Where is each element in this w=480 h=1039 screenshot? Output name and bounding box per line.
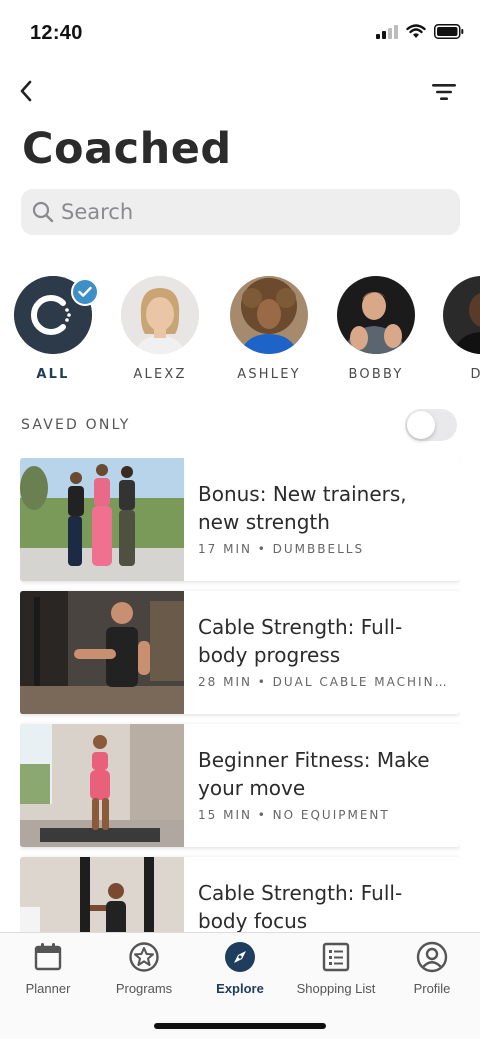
star-badge-icon	[129, 942, 159, 972]
workout-title: Bonus: New trainers, new strength	[198, 482, 407, 534]
workout-thumbnail	[20, 724, 184, 847]
tab-bar: Planner Programs Explore Shopping List P…	[0, 932, 480, 1039]
search-box[interactable]	[21, 189, 460, 235]
filter-button[interactable]	[430, 78, 458, 106]
status-icons	[376, 24, 464, 39]
search-icon	[32, 201, 54, 223]
tab-label: Planner	[25, 981, 71, 996]
signal-icon	[376, 24, 398, 39]
workout-card[interactable]: Bonus: New trainers, new strength 17 MIN…	[20, 458, 460, 581]
workout-thumbnail	[20, 591, 184, 714]
user-circle-icon	[416, 941, 448, 973]
coach-partial[interactable]: DA	[437, 276, 480, 382]
workout-title: Cable Strength: Full-body focus	[198, 881, 403, 932]
tab-profile[interactable]: Profile	[384, 941, 480, 996]
list-icon	[322, 942, 350, 972]
avatar	[121, 276, 199, 354]
search-input[interactable]	[61, 200, 441, 224]
coach-label: BOBBY	[348, 367, 404, 382]
nav-row	[0, 72, 480, 112]
workout-title: Cable Strength: Full-body progress	[198, 615, 403, 667]
coach-label: ALL	[36, 367, 70, 382]
saved-only-label: SAVED ONLY	[21, 417, 131, 433]
tab-label: Explore	[216, 981, 264, 996]
tab-label: Profile	[413, 981, 451, 996]
status-time: 12:40	[30, 22, 83, 44]
calendar-icon	[34, 943, 62, 971]
workout-thumbnail	[20, 458, 184, 581]
coach-alexz[interactable]: ALEXZ	[115, 276, 205, 382]
workout-thumbnail	[20, 857, 184, 932]
back-button[interactable]	[12, 76, 40, 106]
coach-label: ASHLEY	[237, 367, 301, 382]
tab-shopping-list[interactable]: Shopping List	[288, 941, 384, 996]
tab-explore[interactable]: Explore	[192, 941, 288, 996]
chevron-left-icon	[20, 80, 32, 102]
workout-meta: 15 MIN • NO EQUIPMENT	[198, 808, 390, 822]
toggle-knob	[407, 411, 435, 439]
saved-only-row: SAVED ONLY	[0, 406, 480, 446]
checkmark-icon	[78, 286, 92, 297]
workout-title: Beginner Fitness: Make your move	[198, 748, 430, 800]
page-title: Coached	[22, 124, 232, 174]
coach-label: ALEXZ	[133, 367, 187, 382]
avatar	[230, 276, 308, 354]
workout-card[interactable]: Cable Strength: Full-body progress 28 MI…	[20, 591, 460, 714]
tab-label: Shopping List	[296, 981, 376, 996]
wifi-icon	[406, 24, 426, 38]
tab-label: Programs	[115, 981, 173, 996]
coach-bobby[interactable]: BOBBY	[331, 276, 421, 382]
avatar	[443, 276, 480, 354]
workout-meta: 17 MIN • DUMBBELLS	[198, 542, 365, 556]
workout-meta: 28 MIN • DUAL CABLE MACHIN…	[198, 675, 448, 689]
workout-card[interactable]: Beginner Fitness: Make your move 15 MIN …	[20, 724, 460, 847]
home-indicator	[154, 1023, 326, 1029]
coach-ashley[interactable]: ASHLEY	[224, 276, 314, 382]
battery-icon	[434, 24, 464, 39]
tab-planner[interactable]: Planner	[0, 941, 96, 996]
filter-icon	[432, 84, 456, 100]
coach-label: DA	[470, 367, 480, 382]
compass-icon	[225, 942, 255, 972]
workout-list: Bonus: New trainers, new strength 17 MIN…	[20, 458, 460, 932]
saved-only-toggle[interactable]	[405, 409, 457, 441]
workout-card[interactable]: Cable Strength: Full-body focus	[20, 857, 460, 932]
avatar	[337, 276, 415, 354]
selected-check-badge	[71, 278, 99, 306]
status-bar: 12:40	[0, 0, 480, 70]
tab-programs[interactable]: Programs	[96, 941, 192, 996]
